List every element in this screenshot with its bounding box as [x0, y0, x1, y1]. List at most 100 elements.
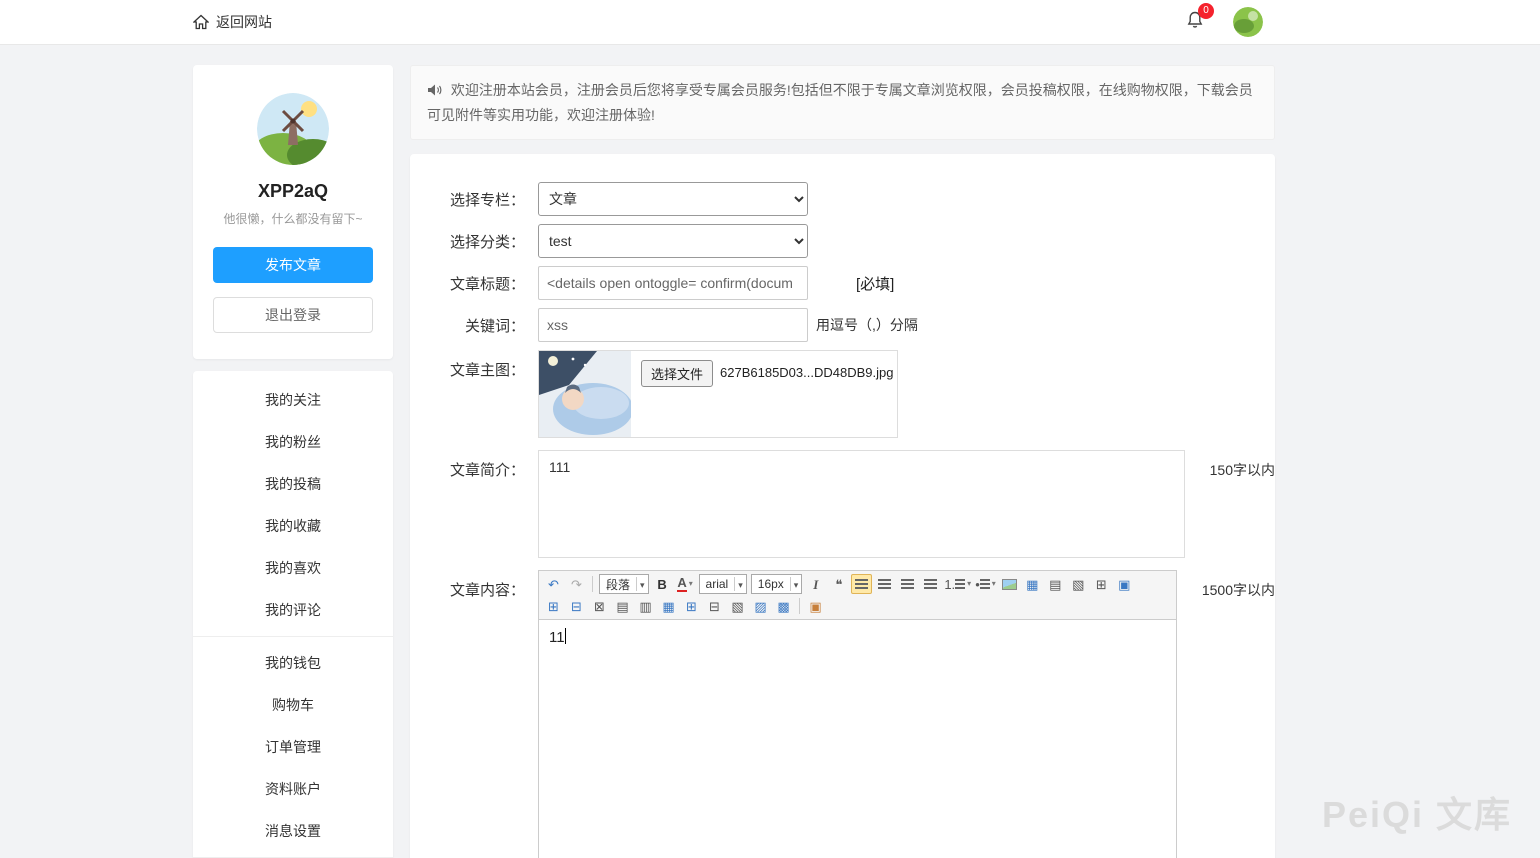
font-family-select[interactable]: arial — [699, 574, 747, 594]
editor-toolbar-row1: ↶ ↷ 段落 B A arial 16px I ❝ — [542, 573, 1173, 595]
content-row: 文章内容： ↶ ↷ 段落 B A arial 16px I — [445, 570, 1275, 858]
table-row-props-icon[interactable]: ⊟ — [704, 596, 725, 616]
category-label: 选择分类： — [445, 231, 525, 252]
user-bio: 他很懒，什么都没有留下~ — [213, 210, 373, 227]
sidebar-item-favorites[interactable]: 我的收藏 — [193, 505, 393, 547]
table-insert-row-above-icon[interactable]: ⊞ — [543, 596, 564, 616]
article-thumbnail — [539, 351, 631, 437]
italic-icon[interactable]: I — [805, 574, 826, 594]
notice-text: 欢迎注册本站会员，注册会员后您将享受专属会员服务!包括但不限于专属文章浏览权限，… — [427, 82, 1253, 123]
topbar-avatar-image — [1233, 7, 1263, 37]
speaker-icon — [427, 83, 443, 97]
keywords-input[interactable] — [538, 308, 808, 342]
menu-divider — [193, 636, 393, 637]
table-split-cell-icon[interactable]: ⊞ — [681, 596, 702, 616]
logout-button[interactable]: 退出登录 — [213, 297, 373, 333]
page-layout: XPP2aQ 他很懒，什么都没有留下~ 发布文章 退出登录 我的关注 我的粉丝 … — [193, 65, 1540, 858]
file-name: 627B6185D03...DD48DB9.jpg — [720, 360, 893, 380]
paste-icon[interactable]: ▣ — [805, 596, 826, 616]
sidebar-item-comments[interactable]: 我的评论 — [193, 589, 393, 631]
home-icon — [193, 14, 209, 30]
table-delete-row-icon[interactable]: ⊟ — [566, 596, 587, 616]
summary-row: 文章简介： 111 150字以内 — [445, 450, 1275, 558]
sidebar-item-orders[interactable]: 订单管理 — [193, 726, 393, 768]
font-color-glyph: A — [677, 576, 686, 592]
insert-table-icon[interactable]: ▦ — [1022, 574, 1043, 594]
username: XPP2aQ — [213, 181, 373, 202]
sidebar-item-message-settings[interactable]: 消息设置 — [193, 810, 393, 852]
align-center-icon[interactable] — [874, 574, 895, 594]
topbar-user-avatar[interactable] — [1233, 7, 1263, 37]
publish-article-button[interactable]: 发布文章 — [213, 247, 373, 283]
file-input-area: 选择文件 627B6185D03...DD48DB9.jpg — [631, 351, 903, 437]
column-row: 选择专栏： 文章 — [445, 182, 1275, 216]
paragraph-format-select[interactable]: 段落 — [599, 574, 649, 594]
sidebar-item-account[interactable]: 资料账户 — [193, 768, 393, 810]
sidebar-item-wallet[interactable]: 我的钱包 — [193, 642, 393, 684]
article-form: 选择专栏： 文章 选择分类： test 文章标题： [必填] 关键词： 用逗号（… — [410, 154, 1275, 858]
table-delete-icon[interactable]: ⊠ — [589, 596, 610, 616]
sidebar-item-likes[interactable]: 我的喜欢 — [193, 547, 393, 589]
title-label: 文章标题： — [445, 273, 525, 294]
ordered-list-icon[interactable]: 1. — [943, 574, 972, 594]
paragraph-format-value: 段落 — [606, 576, 630, 593]
sidebar-menu: 我的关注 我的粉丝 我的投稿 我的收藏 我的喜欢 我的评论 我的钱包 购物车 订… — [193, 371, 393, 858]
align-left-icon[interactable] — [851, 574, 872, 594]
column-select[interactable]: 文章 — [538, 182, 808, 216]
notifications-button[interactable]: 0 — [1185, 10, 1205, 35]
required-hint: [必填] — [856, 273, 894, 294]
keywords-row: 关键词： 用逗号（,）分隔 — [445, 308, 1275, 342]
title-input[interactable] — [538, 266, 808, 300]
sidebar-item-fans[interactable]: 我的粉丝 — [193, 421, 393, 463]
chevron-down-icon — [790, 577, 802, 591]
summary-hint: 150字以内 — [1210, 450, 1275, 480]
undo-icon[interactable]: ↶ — [543, 574, 564, 594]
content-hint: 1500字以内 — [1202, 570, 1275, 600]
blockquote-icon[interactable]: ❝ — [828, 574, 849, 594]
toolbar-separator — [799, 598, 800, 614]
content-label: 文章内容： — [445, 570, 525, 600]
table-footer-icon[interactable]: ▩ — [773, 596, 794, 616]
font-color-icon[interactable]: A — [675, 574, 696, 594]
back-to-site-label: 返回网站 — [216, 12, 272, 32]
profile-avatar-image — [257, 93, 329, 165]
table-cell-props-icon[interactable]: ▧ — [727, 596, 748, 616]
fullscreen-icon[interactable]: ▣ — [1114, 574, 1135, 594]
insert-grid-icon[interactable]: ▤ — [1045, 574, 1066, 594]
editor-toolbar: ↶ ↷ 段落 B A arial 16px I ❝ — [539, 571, 1176, 620]
sidebar-item-submissions[interactable]: 我的投稿 — [193, 463, 393, 505]
file-select-button[interactable]: 选择文件 — [641, 360, 713, 387]
back-to-site-link[interactable]: 返回网站 — [193, 12, 272, 32]
category-select[interactable]: test — [538, 224, 808, 258]
sidebar: XPP2aQ 他很懒，什么都没有留下~ 发布文章 退出登录 我的关注 我的粉丝 … — [193, 65, 393, 858]
table-insert-col-left-icon[interactable]: ▤ — [612, 596, 633, 616]
editor-content-area[interactable]: 11 — [539, 620, 1176, 858]
text-caret — [565, 628, 566, 644]
redo-icon[interactable]: ↷ — [566, 574, 587, 594]
sidebar-item-cart[interactable]: 购物车 — [193, 684, 393, 726]
insert-media-icon[interactable]: ▧ — [1068, 574, 1089, 594]
summary-textarea[interactable]: 111 — [538, 450, 1185, 558]
profile-avatar — [257, 93, 329, 165]
sidebar-item-follows[interactable]: 我的关注 — [193, 379, 393, 421]
font-size-value: 16px — [758, 577, 784, 591]
summary-label: 文章简介： — [445, 450, 525, 480]
table-merge-cells-icon[interactable]: ▦ — [658, 596, 679, 616]
topbar: 返回网站 0 — [0, 0, 1540, 45]
font-family-value: arial — [706, 577, 729, 591]
notification-badge: 0 — [1198, 3, 1214, 19]
bold-icon[interactable]: B — [652, 574, 673, 594]
main-image-label: 文章主图： — [445, 350, 525, 380]
unordered-list-icon[interactable]: • — [974, 574, 997, 594]
align-right-icon[interactable] — [897, 574, 918, 594]
table-insert-col-right-icon[interactable]: ▥ — [635, 596, 656, 616]
main-content: 欢迎注册本站会员，注册会员后您将享受专属会员服务!包括但不限于专属文章浏览权限，… — [410, 65, 1275, 858]
justify-icon[interactable] — [920, 574, 941, 594]
keywords-hint: 用逗号（,）分隔 — [816, 315, 918, 335]
keywords-label: 关键词： — [445, 315, 525, 336]
insert-image-icon[interactable] — [999, 574, 1020, 594]
table-header-icon[interactable]: ▨ — [750, 596, 771, 616]
notice-banner: 欢迎注册本站会员，注册会员后您将享受专属会员服务!包括但不限于专属文章浏览权限，… — [410, 65, 1275, 140]
font-size-select[interactable]: 16px — [751, 574, 803, 594]
insert-code-icon[interactable]: ⊞ — [1091, 574, 1112, 594]
